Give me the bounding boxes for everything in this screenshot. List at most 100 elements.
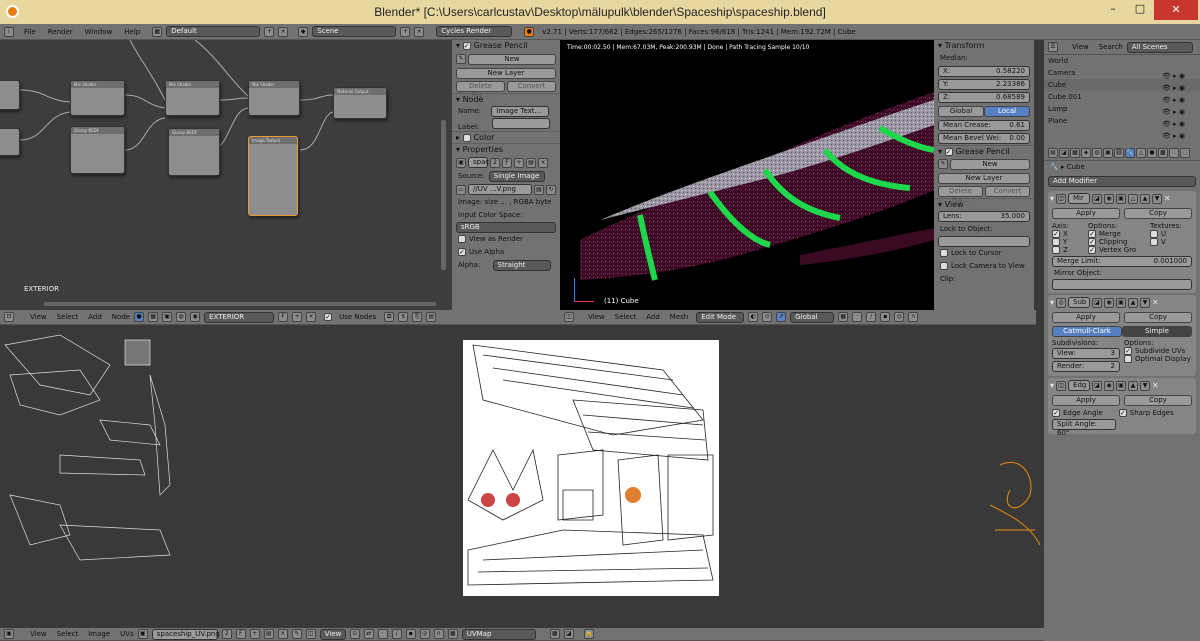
scene-tab-icon[interactable]: ◈ <box>1081 148 1091 158</box>
image-unlink-icon[interactable]: × <box>538 157 548 168</box>
vertex-select-icon[interactable]: · <box>852 312 863 322</box>
uv-display-channels-icon[interactable]: ◪ <box>563 629 574 639</box>
backdrop-icon[interactable]: ⧉ <box>384 312 395 322</box>
mirror-cage-icon[interactable]: △ <box>1128 193 1139 204</box>
material-add-icon[interactable]: + <box>292 312 303 322</box>
node-image-texture[interactable]: Image Texture <box>248 136 298 216</box>
properties-section-header[interactable]: ▾ Properties <box>452 143 560 155</box>
viewport-3d[interactable]: Time:00:02.50 | Mem:67.03M, Peak:200.93M… <box>560 40 934 310</box>
lock-object-field[interactable] <box>938 236 1030 247</box>
color-section-header[interactable]: ▸ Color <box>452 131 560 143</box>
color-space-select[interactable]: sRGB <box>456 222 556 233</box>
image-name-field[interactable]: spac <box>468 157 489 168</box>
scene-field[interactable]: Scene <box>312 26 397 37</box>
image-users[interactable]: 2 <box>490 157 500 168</box>
uv-snap-icon[interactable]: ∩ <box>433 629 444 639</box>
uv-menu-uvs[interactable]: UVs <box>120 630 134 638</box>
view-convert-button[interactable]: Convert <box>985 186 1030 197</box>
uv-image-add-icon[interactable]: + <box>249 629 260 639</box>
uv-pin-icon[interactable]: ✎ <box>291 629 302 639</box>
mirror-close-icon[interactable]: ✕ <box>1164 194 1171 203</box>
uv-menu-view[interactable]: View <box>30 630 47 638</box>
node-editor-scrollbar[interactable] <box>44 302 436 306</box>
merge-checkbox[interactable]: ✓ <box>1088 230 1096 238</box>
new-layer-button[interactable]: New Layer <box>456 68 556 79</box>
outliner-filter-select[interactable]: All Scenes <box>1126 41 1193 53</box>
manipulator-icon[interactable]: ↗ <box>776 312 787 322</box>
uv-editor[interactable] <box>0 325 1044 628</box>
menu-render[interactable]: Render <box>48 28 73 36</box>
view-section-header[interactable]: ▾ View <box>934 198 1034 210</box>
viewport-menu-select[interactable]: Select <box>615 313 637 321</box>
mirror-copy-button[interactable]: Copy <box>1124 208 1192 219</box>
node-glossy-bsdf-1[interactable]: Glossy BSDF <box>70 126 125 174</box>
object-tab-icon[interactable]: ▣ <box>1103 148 1113 158</box>
node-menu-view[interactable]: View <box>30 313 47 321</box>
render-engine-select[interactable]: Cycles Render <box>436 26 513 37</box>
copy-nodes-icon[interactable]: ⎘ <box>412 312 423 322</box>
uv-image-open-icon[interactable]: ▤ <box>263 629 274 639</box>
physics-tab-icon[interactable]: ◌ <box>1180 148 1190 158</box>
use-alpha-checkbox[interactable]: ✓ <box>458 248 466 256</box>
paste-nodes-icon[interactable]: ▤ <box>426 312 437 322</box>
editor-type-icon[interactable]: i <box>4 26 14 37</box>
node-menu-add[interactable]: Add <box>88 313 102 321</box>
layout-close-icon[interactable]: × <box>278 26 289 37</box>
uv-menu-select[interactable]: Select <box>57 630 79 638</box>
viewport-menu-view[interactable]: View <box>588 313 605 321</box>
transform-header[interactable]: ▾ Transform <box>934 40 1034 52</box>
edgesplit-name-field[interactable]: Edg <box>1068 380 1091 391</box>
uv-proportional-icon[interactable]: ◎ <box>419 629 430 639</box>
axis-z-checkbox[interactable] <box>1052 246 1060 254</box>
uv-lock-icon[interactable]: 🔒 <box>583 629 594 639</box>
mirror-up-icon[interactable]: ▲ <box>1140 193 1151 204</box>
subsurf-view-field[interactable]: View: 3 <box>1052 348 1120 359</box>
node-label-field[interactable] <box>492 118 551 129</box>
texture-tree-icon[interactable]: ▦ <box>148 312 159 322</box>
lens-field[interactable]: Lens: 35.000 <box>938 211 1030 222</box>
delete-frame-button[interactable]: Delete Fra... <box>456 81 505 99</box>
layers-icon[interactable]: ▦ <box>838 312 849 322</box>
gp-new-button[interactable]: New <box>468 54 556 65</box>
node-editor-vscroll[interactable] <box>441 120 446 270</box>
mirror-editmode-icon[interactable]: ▣ <box>1116 193 1127 204</box>
edge-angle-checkbox[interactable]: ✓ <box>1052 409 1060 417</box>
image-open-icon[interactable]: ▤ <box>526 157 536 168</box>
alpha-select[interactable]: Straight <box>492 260 551 271</box>
minimize-button[interactable]: – <box>1100 2 1126 20</box>
simple-toggle[interactable]: Simple <box>1122 326 1192 337</box>
uv-menu-image[interactable]: Image <box>88 630 110 638</box>
edgesplit-editmode-icon[interactable]: ▣ <box>1116 380 1127 391</box>
scene-add-icon[interactable]: + <box>400 26 411 37</box>
view-as-render-checkbox[interactable] <box>458 235 466 243</box>
uv-editor-type-icon[interactable]: ▣ <box>4 629 14 639</box>
node-menu-node[interactable]: Node <box>112 313 130 321</box>
uv-render-slot-icon[interactable]: ▦ <box>549 629 560 639</box>
uv-image-field[interactable]: spaceship_UV.png <box>151 628 220 640</box>
texture-tab-icon[interactable]: ▩ <box>1158 148 1168 158</box>
maximize-button[interactable]: □ <box>1127 2 1153 20</box>
node-partial-left-2[interactable] <box>0 128 20 156</box>
particles-tab-icon[interactable]: ∴ <box>1169 148 1179 158</box>
grease-pencil-header[interactable]: ▾ ✓ Grease Pencil <box>452 40 560 52</box>
layout-add-icon[interactable]: + <box>264 26 275 37</box>
add-modifier-select[interactable]: Add Modifier <box>1048 176 1196 187</box>
edgesplit-realtime-icon[interactable]: ◉ <box>1104 380 1115 391</box>
node-partial-left[interactable] <box>0 80 20 110</box>
data-tab-icon[interactable]: △ <box>1136 148 1146 158</box>
node-name-field[interactable]: Image Text... <box>491 106 550 117</box>
outliner-type-icon[interactable]: ☰ <box>1048 42 1058 52</box>
edgesplit-expand-icon[interactable]: ▾ <box>1050 381 1054 390</box>
axis-y-checkbox[interactable] <box>1052 238 1060 246</box>
global-toggle[interactable]: Global <box>938 106 984 117</box>
subsurf-apply-button[interactable]: Apply <box>1052 312 1120 323</box>
pencil-icon[interactable]: ✎ <box>456 54 466 64</box>
catmull-clark-toggle[interactable]: Catmull-Clark <box>1052 326 1122 337</box>
render-tab-icon[interactable]: ◪ <box>1059 148 1069 158</box>
node-material-output[interactable]: Material Output <box>333 87 387 119</box>
mean-crease-field[interactable]: Mean Crease: 0.61 <box>938 120 1030 131</box>
reload-icon[interactable]: ↻ <box>546 184 556 195</box>
median-y-field[interactable]: Y: 2.23386 <box>938 79 1030 90</box>
node-mix-shader-3[interactable]: Mix Shader <box>248 80 300 116</box>
image-new-icon[interactable]: + <box>514 157 524 168</box>
